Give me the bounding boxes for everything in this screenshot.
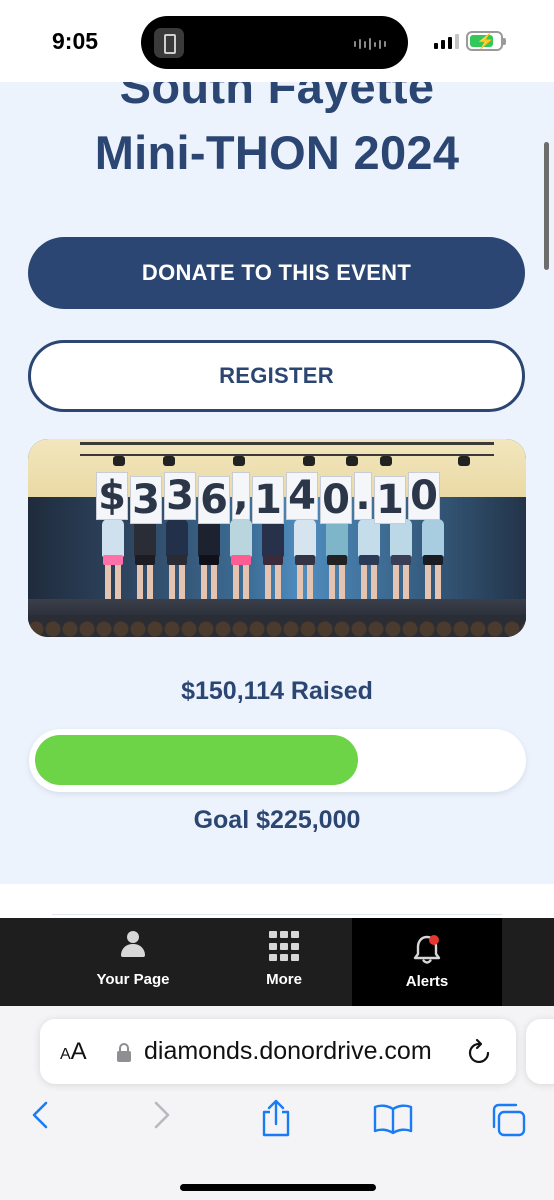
register-button[interactable]: REGISTER (28, 340, 525, 412)
alert-dot (429, 935, 439, 945)
forward-icon[interactable] (152, 1100, 172, 1135)
battery-charging-icon: ⚡ (466, 31, 506, 51)
title-line-2: Mini-THON 2024 (94, 126, 460, 179)
dancer (100, 519, 126, 601)
text-size-button[interactable]: AA (60, 1038, 87, 1066)
tabs-icon[interactable] (490, 1102, 528, 1143)
bookmarks-icon[interactable] (372, 1103, 414, 1140)
total-sign-char: 4 (286, 472, 318, 520)
total-sign-char: 1 (374, 476, 406, 524)
share-icon[interactable] (259, 1098, 293, 1143)
address-bar[interactable]: AA diamonds.donordrive.com (40, 1019, 516, 1084)
progress-bar (29, 729, 526, 792)
dancer (292, 519, 318, 601)
dancer (196, 519, 222, 601)
nav-your-page-label: Your Page (96, 971, 170, 988)
dancer (324, 519, 350, 601)
nav-more-label: More (266, 971, 302, 988)
web-page[interactable]: South Fayette Mini-THON 2024 DONATE TO T… (0, 82, 554, 918)
nav-your-page[interactable]: Your Page (58, 918, 208, 1006)
crowd (28, 615, 526, 637)
lock-icon (117, 1043, 131, 1063)
total-sign-char: 1 (252, 476, 284, 524)
cellular-signal-icon (434, 34, 459, 49)
bell-icon (411, 933, 443, 965)
dancer (132, 519, 158, 601)
dancer (164, 519, 190, 601)
total-sign-char: 3 (130, 476, 162, 524)
donate-button[interactable]: DONATE TO THIS EVENT (28, 237, 525, 309)
total-sign-char: . (354, 472, 372, 520)
nav-more[interactable]: More (209, 918, 359, 1006)
dynamic-island[interactable] (141, 16, 408, 69)
dancer (260, 519, 286, 601)
total-sign-char: 0 (320, 476, 352, 524)
grid-icon (269, 931, 299, 963)
event-photo: $3 3 6, 1 4 0. 1 0 (28, 439, 526, 637)
dancer (356, 519, 382, 601)
status-bar: 9:05 ⚡ (0, 0, 554, 82)
back-icon[interactable] (30, 1100, 50, 1135)
dancer (388, 519, 414, 601)
total-sign-char: , (232, 472, 250, 520)
total-sign-char: 6 (198, 476, 230, 524)
reload-icon[interactable] (467, 1038, 493, 1071)
next-tab-preview[interactable] (526, 1019, 554, 1084)
title-line-1: South Fayette (119, 82, 435, 113)
bottom-nav: Your Page More Alerts (0, 918, 554, 1006)
progress-fill (35, 735, 358, 785)
audio-waveform-icon (354, 38, 386, 50)
page-title: South Fayette Mini-THON 2024 (0, 82, 554, 186)
page-scrollbar[interactable] (544, 142, 549, 270)
stage-truss (80, 442, 494, 456)
status-time: 9:05 (52, 28, 99, 54)
dancer (420, 519, 446, 601)
event-hero: South Fayette Mini-THON 2024 DONATE TO T… (0, 82, 554, 884)
dancer (228, 519, 254, 601)
fundraising-goal: Goal $225,000 (193, 806, 361, 834)
total-sign-char: $ (96, 472, 128, 520)
browser-chrome: AA diamonds.donordrive.com (0, 1006, 554, 1200)
amount-raised: $150,114 Raised (181, 677, 373, 705)
home-indicator (180, 1184, 376, 1191)
nav-alerts[interactable]: Alerts (352, 918, 502, 1006)
total-sign-char: 3 (164, 472, 196, 520)
url-text[interactable]: diamonds.donordrive.com (144, 1037, 432, 1066)
total-sign-char: 0 (408, 472, 440, 520)
person-icon (117, 931, 149, 963)
nav-alerts-label: Alerts (405, 973, 449, 990)
now-playing-thumbnail (154, 28, 184, 58)
